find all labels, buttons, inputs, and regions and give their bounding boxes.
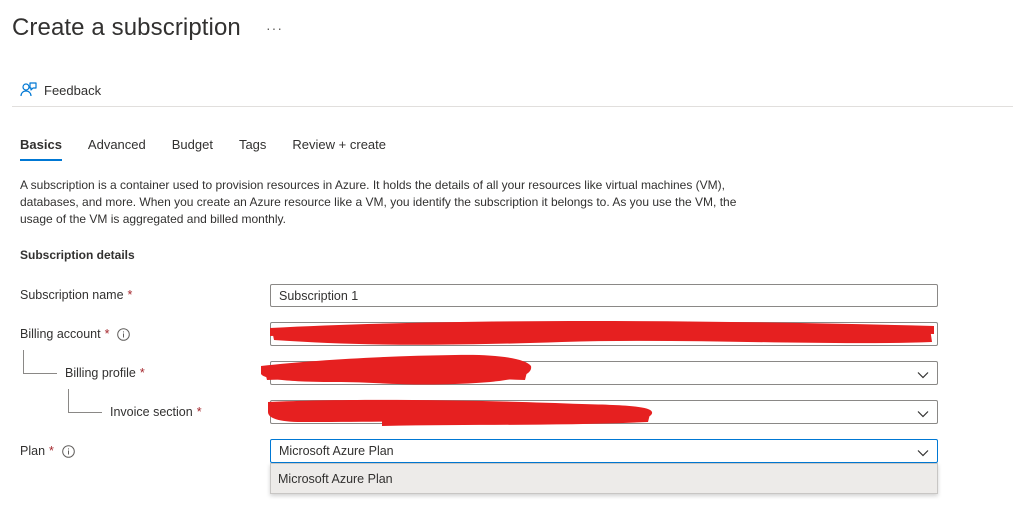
billing-profile-label-text: Billing profile (65, 366, 136, 380)
tree-connector-line (23, 350, 57, 374)
redaction-mark (261, 354, 532, 385)
billing-profile-label: Billing profile * (65, 366, 145, 380)
tab-tags[interactable]: Tags (239, 137, 266, 161)
tab-advanced[interactable]: Advanced (88, 137, 146, 161)
invoice-section-label: Invoice section * (110, 405, 202, 419)
command-bar-divider (12, 106, 1013, 107)
tab-review-create[interactable]: Review + create (292, 137, 386, 161)
plan-label-text: Plan (20, 444, 46, 458)
required-marker: * (49, 444, 54, 458)
required-marker: * (104, 327, 110, 341)
plan-select[interactable]: Microsoft Azure Plan (270, 439, 938, 463)
info-icon[interactable] (117, 327, 131, 341)
more-options-button[interactable]: ··· (266, 20, 283, 36)
plan-option[interactable]: Microsoft Azure Plan (271, 464, 937, 493)
subscription-name-input[interactable] (270, 284, 938, 307)
feedback-button[interactable]: Feedback (44, 83, 101, 98)
tab-budget[interactable]: Budget (172, 137, 213, 161)
section-title: Subscription details (20, 248, 135, 262)
billing-account-label: Billing account * (20, 327, 131, 341)
feedback-icon[interactable] (18, 80, 38, 100)
page-title: Create a subscription (12, 14, 241, 41)
tab-list: Basics Advanced Budget Tags Review + cre… (20, 137, 412, 161)
plan-label: Plan * (20, 444, 75, 458)
subscription-name-label: Subscription name * (20, 288, 132, 302)
billing-account-label-text: Billing account (20, 327, 101, 341)
chevron-down-icon (917, 407, 929, 421)
required-marker: * (127, 288, 133, 302)
redaction-mark (268, 399, 653, 426)
chevron-down-icon (917, 368, 929, 382)
tab-basics[interactable]: Basics (20, 137, 62, 161)
plan-dropdown-list: Microsoft Azure Plan (270, 463, 938, 494)
required-marker: * (196, 405, 202, 419)
tree-connector-line (68, 389, 102, 413)
info-icon[interactable] (62, 444, 75, 458)
command-bar: Feedback (12, 78, 101, 102)
redaction-mark (270, 321, 934, 345)
description-text: A subscription is a container used to pr… (20, 178, 737, 226)
chevron-down-icon (917, 446, 929, 460)
invoice-section-label-text: Invoice section (110, 405, 193, 419)
required-marker: * (139, 366, 145, 380)
subscription-name-label-text: Subscription name (20, 288, 124, 302)
plan-value: Microsoft Azure Plan (279, 444, 394, 458)
